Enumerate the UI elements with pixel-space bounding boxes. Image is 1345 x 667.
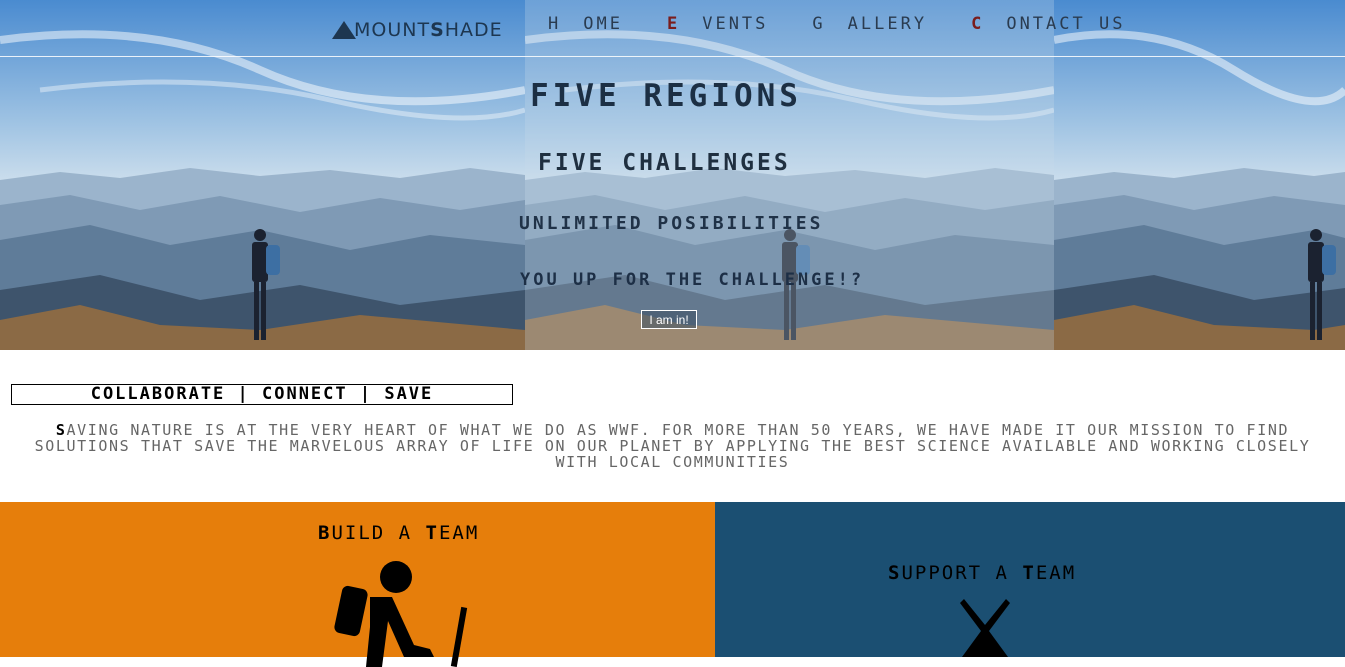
hero-line3: UNLIMITED POSIBILITIES <box>519 213 824 234</box>
brand-rest1: MOUNT <box>354 19 431 41</box>
brand-logo[interactable]: MOUNT S HADE <box>332 19 503 41</box>
build-label2: EAM <box>438 522 480 544</box>
nav-contact[interactable]: C ONTACT US <box>971 14 1147 34</box>
nav-contact-label: ONTACT US <box>1006 14 1126 34</box>
hero-line4: YOU UP FOR THE CHALLENGE!? <box>520 270 865 290</box>
build-initial2: T <box>425 522 439 544</box>
brand-bold-letter: S <box>430 19 445 41</box>
hero-image-right <box>1054 0 1345 350</box>
support-label: UPPORT A <box>901 562 1023 584</box>
hiker-icon <box>334 561 468 667</box>
support-initial2: T <box>1022 562 1036 584</box>
support-initial: S <box>888 562 902 584</box>
mission-statement: SAVING NATURE IS AT THE VERY HEART OF WH… <box>12 422 1333 470</box>
support-team-card[interactable]: SUPPORT A TEAM <box>715 502 1345 657</box>
nav-events[interactable]: E VENTS <box>667 14 790 34</box>
support-label2: EAM <box>1035 562 1077 584</box>
mission-text: AVING NATURE IS AT THE VERY HEART OF WHA… <box>34 421 1311 471</box>
build-initial: B <box>318 522 332 544</box>
build-team-card[interactable]: BUILD A TEAM <box>0 502 715 667</box>
nav-home-initial: H <box>548 14 562 34</box>
nav-divider <box>0 56 1345 57</box>
nav-contact-initial: C <box>971 14 985 34</box>
build-team-title: BUILD A TEAM <box>318 522 479 544</box>
cta-button[interactable]: I am in! <box>641 310 697 329</box>
build-label: UILD A <box>331 522 426 544</box>
hero-section: MOUNT S HADE H OME E VENTS G ALLERY C ONTACT… <box>0 0 1345 350</box>
nav-events-label: VENTS <box>702 14 769 34</box>
hero-subhead: FIVE CHALLENGES <box>538 150 791 176</box>
nav-home-label: OME <box>583 14 623 34</box>
hero-headline: FIVE REGIONS <box>530 78 802 114</box>
support-team-title: SUPPORT A TEAM <box>888 562 1076 584</box>
nav-home[interactable]: H OME <box>548 14 645 34</box>
brand-rest2: HADE <box>444 19 503 41</box>
nav-events-initial: E <box>666 14 681 34</box>
main-nav: H OME E VENTS G ALLERY C ONTACT US <box>548 14 1169 34</box>
triangle-icon <box>332 21 356 39</box>
nav-gallery-label: ALLERY <box>847 14 928 34</box>
tagline-box: COLLABORATE | CONNECT | SAVE <box>11 384 513 405</box>
tent-icon <box>960 599 1010 657</box>
nav-gallery[interactable]: G ALLERY <box>812 14 949 34</box>
nav-gallery-initial: G <box>812 14 826 34</box>
hero-image-left <box>0 0 525 350</box>
